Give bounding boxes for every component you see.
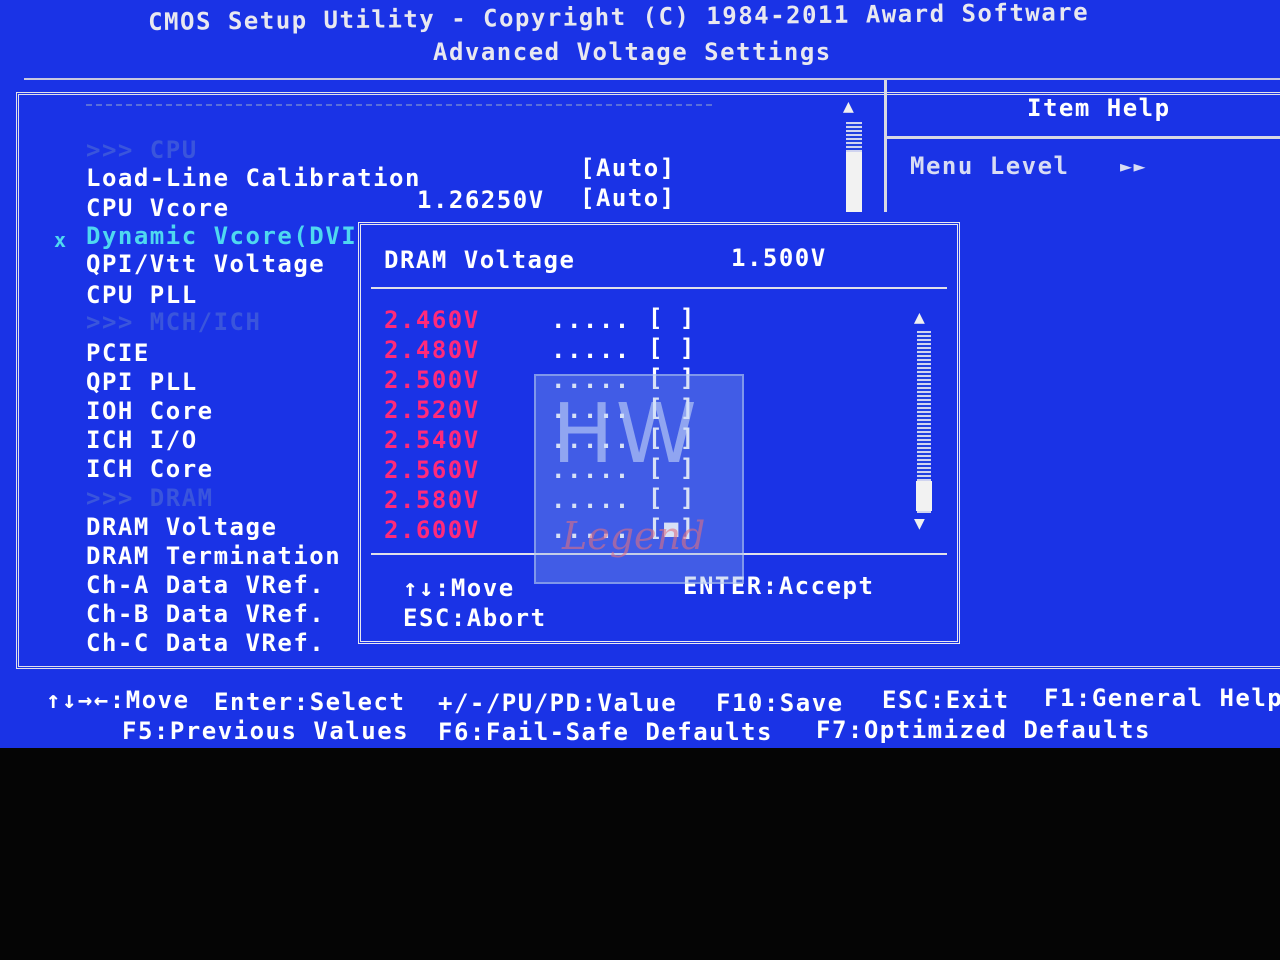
header-title: CMOS Setup Utility - Copyright (C) 1984-… bbox=[148, 0, 1090, 36]
popup-hint-abort: ESC:Abort bbox=[403, 604, 547, 632]
option-dots: ..... bbox=[551, 306, 631, 334]
menu-item-ch-b-data-vref[interactable]: Ch-B Data VRef. bbox=[86, 600, 325, 628]
section-mch-ich: >>> MCH/ICH bbox=[86, 308, 262, 336]
menu-item-pcie[interactable]: PCIE bbox=[86, 339, 150, 367]
help-panel-divider bbox=[884, 80, 887, 212]
popup-title-rule bbox=[371, 287, 947, 289]
menu-item-dram-termination[interactable]: DRAM Termination bbox=[86, 542, 341, 570]
menu-top-separator bbox=[86, 104, 712, 106]
popup-title: DRAM Voltage bbox=[384, 246, 576, 274]
menu-level-label: Menu Level bbox=[910, 152, 1070, 180]
popup-scroll-down-arrow-icon[interactable]: ▼ bbox=[914, 515, 925, 533]
popup-scroll-up-arrow-icon[interactable]: ▲ bbox=[914, 309, 925, 327]
footer-key-fail-safe-defaults: F6:Fail-Safe Defaults bbox=[438, 718, 773, 746]
footer-key-value: +/-/PU/PD:Value bbox=[438, 689, 678, 717]
menu-level-arrows-icon: ►► bbox=[1120, 154, 1148, 178]
footer-key-general-help: F1:General Help bbox=[1044, 684, 1280, 712]
option-value: 2.600V bbox=[384, 516, 480, 544]
option-value: 2.500V bbox=[384, 366, 480, 394]
option-value: 2.520V bbox=[384, 396, 480, 424]
option-value: 2.540V bbox=[384, 426, 480, 454]
menu-item-cpu-pll[interactable]: CPU PLL bbox=[86, 281, 198, 309]
menu-item-ch-a-data-vref[interactable]: Ch-A Data VRef. bbox=[86, 571, 325, 599]
hw-legend-watermark-logo: HW Legend bbox=[534, 374, 744, 584]
cpu-vcore-reading: 1.26250V bbox=[417, 186, 545, 214]
bios-screen: CMOS Setup Utility - Copyright (C) 1984-… bbox=[0, 0, 1280, 748]
watermark-letters: HW bbox=[552, 387, 699, 482]
popup-hint-move: ↑↓:Move bbox=[403, 574, 515, 602]
help-panel-title: Item Help bbox=[1027, 94, 1171, 122]
footer-key-select: Enter:Select bbox=[214, 688, 406, 716]
scroll-up-arrow-icon[interactable]: ▲ bbox=[843, 98, 854, 116]
disabled-mark: x bbox=[54, 228, 68, 252]
option-checkbox[interactable]: [ ] bbox=[648, 304, 696, 332]
menu-item-label: Load-Line Calibration bbox=[86, 164, 421, 192]
menu-item-value-bracket: [Auto] bbox=[580, 184, 676, 212]
menu-item-dram-voltage[interactable]: DRAM Voltage bbox=[86, 513, 277, 541]
popup-current-value: 1.500V bbox=[731, 244, 827, 272]
option-value: 2.460V bbox=[384, 306, 480, 334]
menu-item-ioh-core[interactable]: IOH Core bbox=[86, 397, 214, 425]
footer-key-save: F10:Save bbox=[716, 689, 844, 717]
menu-item-ch-c-data-vref[interactable]: Ch-C Data VRef. bbox=[86, 629, 325, 657]
section-dram: >>> DRAM bbox=[86, 484, 214, 512]
scroll-thumb[interactable] bbox=[846, 152, 862, 212]
section-cpu: >>> CPU bbox=[86, 136, 198, 164]
popup-scroll-thumb[interactable] bbox=[916, 481, 932, 511]
menu-item-label: CPU Vcore bbox=[86, 194, 230, 222]
menu-item-ich-io[interactable]: ICH I/O bbox=[86, 426, 198, 454]
option-value: 2.560V bbox=[384, 456, 480, 484]
menu-item-value-bracket: [Auto] bbox=[580, 154, 676, 182]
footer-key-exit: ESC:Exit bbox=[882, 686, 1010, 714]
header-divider bbox=[24, 78, 1280, 80]
option-dots: ..... bbox=[551, 336, 631, 364]
option-value: 2.580V bbox=[384, 486, 480, 514]
menu-item-label: Dynamic Vcore(DVI bbox=[86, 222, 358, 250]
menu-item-qpi-pll[interactable]: QPI PLL bbox=[86, 368, 198, 396]
page-title: Advanced Voltage Settings bbox=[433, 38, 832, 66]
footer-key-optimized-defaults: F7:Optimized Defaults bbox=[816, 716, 1151, 744]
footer-key-previous-values: F5:Previous Values bbox=[122, 717, 410, 745]
help-title-divider bbox=[887, 136, 1280, 139]
watermark-script: Legend bbox=[562, 514, 706, 558]
option-value: 2.480V bbox=[384, 336, 480, 364]
footer-key-move: ↑↓→←:Move bbox=[46, 686, 190, 714]
menu-item-qpi-vtt-voltage[interactable]: QPI/Vtt Voltage bbox=[86, 250, 325, 278]
option-checkbox[interactable]: [ ] bbox=[648, 334, 696, 362]
menu-item-ich-core[interactable]: ICH Core bbox=[86, 455, 214, 483]
